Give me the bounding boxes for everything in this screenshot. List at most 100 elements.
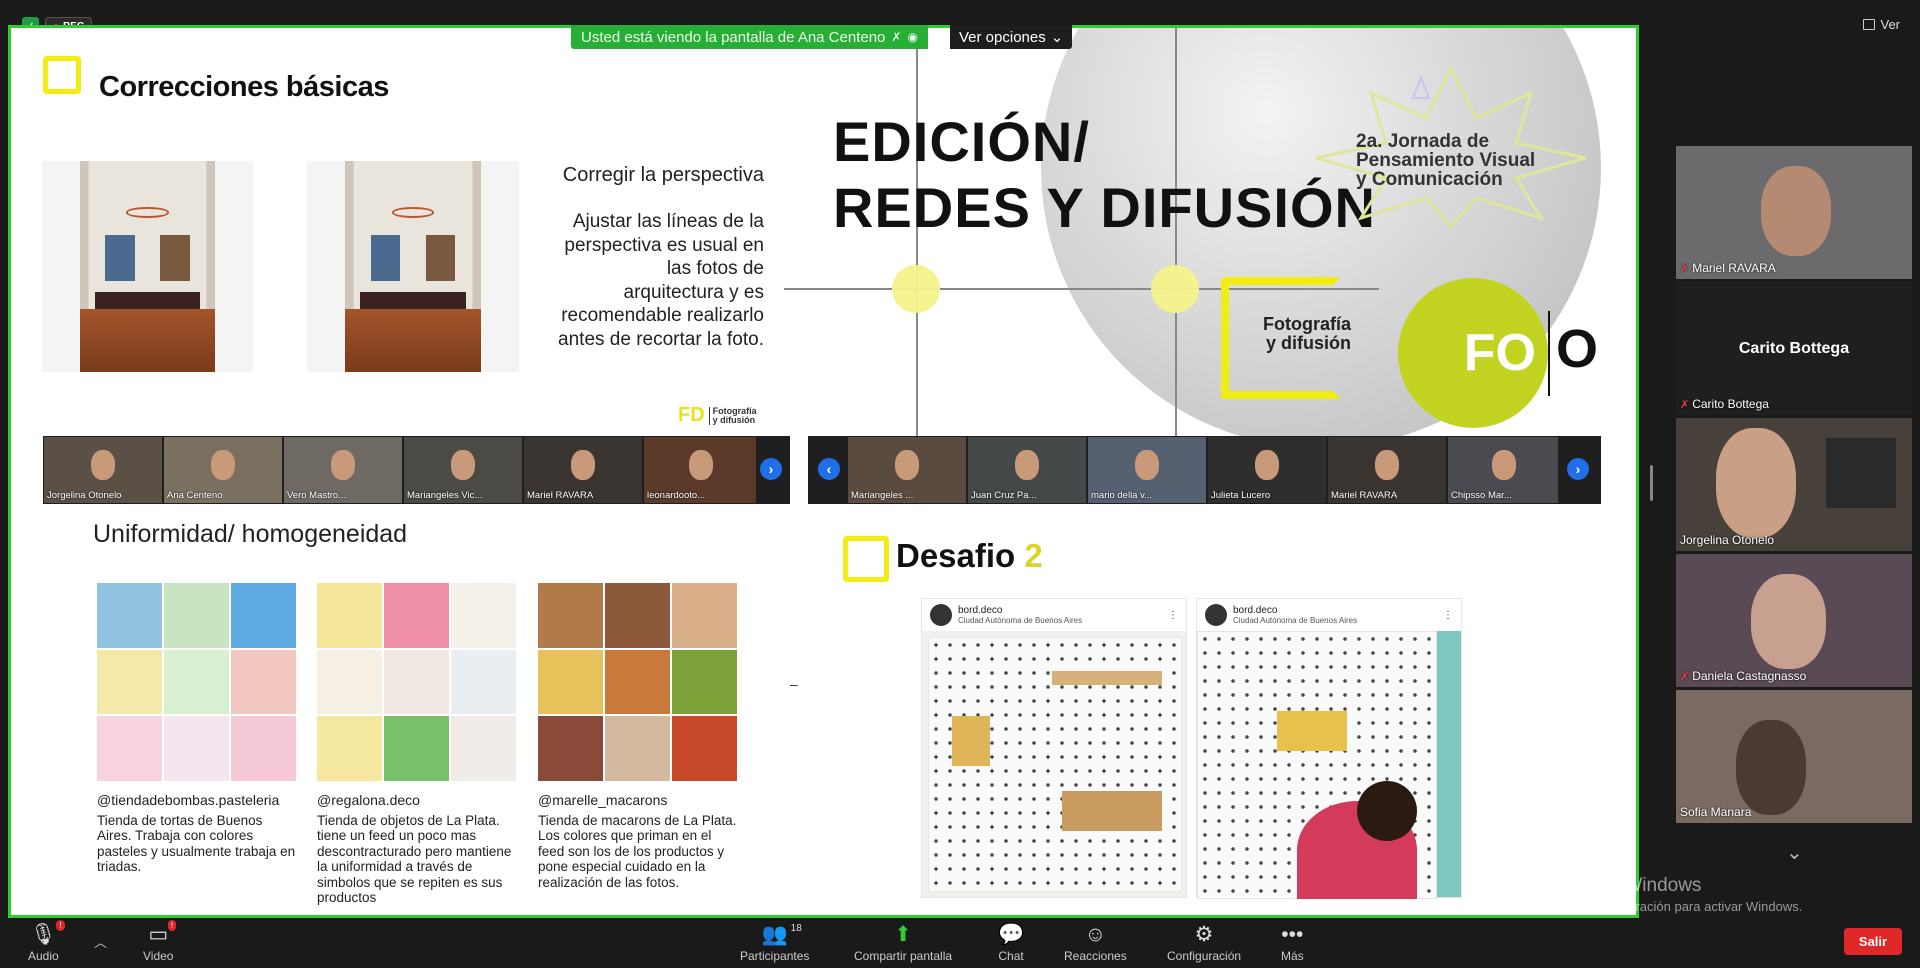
yellow-frame-logo	[43, 56, 81, 94]
video-strip-right: Mariangeles ... Juan Cruz Pa... mario de…	[808, 436, 1601, 504]
challenge-title: Desafio 2	[896, 537, 1043, 575]
strip-next-button[interactable]: ›	[760, 458, 782, 480]
chat-button[interactable]: 💬 Chat	[998, 924, 1024, 964]
strip-tile[interactable]: leonardooto...	[644, 437, 756, 503]
strip-name: Ana Centeno	[167, 490, 223, 501]
yellow-dot	[892, 265, 940, 313]
perspective-line: Ajustar las líneas de la	[572, 211, 764, 232]
feed-grid-3	[538, 583, 737, 781]
more-icon[interactable]: ⋮	[1168, 610, 1178, 621]
top-bar: ✓ REC Ver	[0, 0, 1920, 36]
watermark-line: Ve a Configuración para activar Windows.	[1561, 899, 1803, 914]
caption-handle: @regalona.deco	[317, 792, 420, 808]
strip-prev-button[interactable]: ‹	[818, 458, 840, 480]
fyd-line: Fotografía	[1263, 314, 1351, 334]
post-location: Ciudad Autónoma de Buenos Aires	[958, 616, 1083, 625]
participant-name-text: Daniela Castagnasso	[1692, 669, 1807, 683]
share-screen-button[interactable]: ⬆ Compartir pantalla	[854, 923, 953, 964]
more-label: Más	[1281, 949, 1304, 963]
participant-tile[interactable]: ✗ Daniela Castagnasso	[1676, 554, 1912, 687]
caption-text: Tienda de tortas de Buenos Aires. Trabaj…	[97, 812, 296, 875]
share-screen-icon: ⬆	[894, 923, 912, 946]
chevron-down-icon[interactable]: ⌄	[1786, 840, 1803, 865]
strip-name: Mariel RAVARA	[527, 490, 594, 501]
participant-tile[interactable]: Sofia Manara	[1676, 690, 1912, 823]
strip-tile[interactable]: Julieta Lucero	[1208, 437, 1326, 503]
settings-button[interactable]: ⚙ Configuración	[1167, 924, 1241, 964]
perspective-line: antes de recortar la foto.	[558, 328, 764, 350]
more-icon[interactable]: ⋮	[1443, 610, 1453, 621]
chat-label: Chat	[998, 949, 1024, 963]
strip-tile[interactable]: Juan Cruz Pa...	[968, 437, 1086, 503]
fo-logo-divider	[1548, 311, 1550, 396]
strip-tile[interactable]: Chipsso Mar...	[1448, 437, 1558, 503]
post-account: bord.deco	[958, 605, 1003, 616]
strip-name: Julieta Lucero	[1211, 490, 1271, 501]
more-button[interactable]: ••• Más	[1281, 924, 1304, 964]
post-header: bord.deco Ciudad Autónoma de Buenos Aires…	[922, 599, 1186, 631]
strip-name: Juan Cruz Pa...	[971, 490, 1037, 501]
leave-button[interactable]: Salir	[1844, 928, 1902, 955]
panel-resize-handle[interactable]	[1650, 465, 1653, 501]
caption-3: @marelle_macarons Tienda de macarons de L…	[538, 792, 738, 890]
participant-name-text: Jorgelina Otonelo	[1680, 533, 1775, 547]
instagram-post-1: bord.deco Ciudad Autónoma de Buenos Aires…	[921, 598, 1187, 898]
avatar	[1205, 604, 1227, 626]
grid-view-icon	[1863, 19, 1876, 30]
post-header: bord.deco Ciudad Autónoma de Buenos Aires…	[1197, 599, 1461, 631]
mic-muted-icon: ✗	[891, 30, 902, 44]
video-strip-left: Jorgelina Otonelo Ana Centeno Vero Mastr…	[43, 436, 790, 504]
participant-tile[interactable]: ✗ Mariel RAVARA	[1676, 146, 1912, 279]
view-button[interactable]: Ver	[1863, 17, 1900, 32]
strip-tile[interactable]: Mariangeles Vic...	[404, 437, 522, 503]
caption-text: Tienda de objetos de La Plata. tiene un …	[317, 812, 512, 906]
participant-name: ✗ Daniela Castagnasso	[1680, 669, 1806, 683]
participants-icon: 👥 18	[762, 923, 802, 946]
strip-name: mario della v...	[1091, 490, 1153, 501]
mic-muted-icon: ✗	[1680, 670, 1690, 683]
fd-logo: FD Fotografía y difusión	[678, 404, 757, 427]
jornada-title: 2a. Jornada de Pensamiento Visual y Comu…	[1356, 132, 1535, 189]
uniformity-title: Uniformidad/ homogeneidad	[93, 520, 408, 548]
mic-muted-icon: ✗	[1680, 398, 1690, 411]
strip-tile[interactable]: mario della v...	[1088, 437, 1206, 503]
participant-name: Jorgelina Otonelo	[1680, 533, 1774, 547]
reactions-label: Reacciones	[1064, 949, 1127, 963]
strip-name: Mariel RAVARA	[1331, 490, 1398, 501]
participants-label: Participantes	[740, 949, 810, 963]
audio-options-caret-icon[interactable]: ︿	[94, 932, 107, 951]
participants-button[interactable]: 👥 18 Participantes	[740, 923, 810, 963]
share-label: Compartir pantalla	[854, 949, 953, 963]
strip-tile[interactable]: Mariangeles ...	[848, 437, 966, 503]
strip-tile[interactable]: Mariel RAVARA	[524, 437, 642, 503]
strip-name: Jorgelina Otonelo	[47, 490, 122, 501]
strip-next-button[interactable]: ›	[1567, 458, 1589, 480]
participant-name-text: Carito Bottega	[1692, 397, 1769, 411]
audio-label: Audio	[28, 949, 59, 963]
strip-name: Chipsso Mar...	[1451, 490, 1512, 501]
strip-tile[interactable]: Jorgelina Otonelo	[44, 437, 162, 503]
video-button[interactable]: ▭! Video	[143, 920, 177, 963]
fd-logo-text: Fotografía y difusión	[708, 406, 757, 425]
participant-tile[interactable]: Carito Bottega ✗ Carito Bottega	[1676, 282, 1912, 415]
caption-1: @tiendadebombas.pasteleria Tienda de tort…	[97, 792, 297, 875]
record-icon: ◉	[907, 30, 918, 44]
mic-muted-icon: ✗	[1680, 262, 1690, 275]
shared-screen: Correcciones básicas Corregir la perspec…	[8, 25, 1639, 918]
view-options-button[interactable]: Ver opciones ⌄	[950, 25, 1073, 49]
perspective-text: Ajustar las líneas de la perspectiva es …	[521, 210, 764, 351]
post-account: bord.deco	[1233, 605, 1278, 616]
audio-button[interactable]: 🎙! Audio	[28, 920, 65, 963]
zoom-meeting-window: ✓ REC Ver Usted está viendo la pantalla …	[0, 0, 1920, 968]
video-label: Video	[143, 949, 174, 963]
windows-activation-watermark: Activar Windows Ve a Configuración para a…	[1561, 875, 1802, 914]
strip-tile[interactable]: Mariel RAVARA	[1328, 437, 1446, 503]
jornada-line: Pensamiento Visual	[1356, 150, 1536, 171]
dash-mark: –	[790, 676, 798, 692]
corrections-title: Correcciones básicas	[99, 71, 389, 103]
participant-tile[interactable]: Jorgelina Otonelo	[1676, 418, 1912, 551]
reactions-button[interactable]: ☺ Reacciones	[1064, 924, 1127, 964]
strip-tile[interactable]: Vero Mastro...	[284, 437, 402, 503]
strip-tile[interactable]: Ana Centeno	[164, 437, 282, 503]
caption-text: Tienda de macarons de La Plata. Los colo…	[538, 812, 737, 890]
